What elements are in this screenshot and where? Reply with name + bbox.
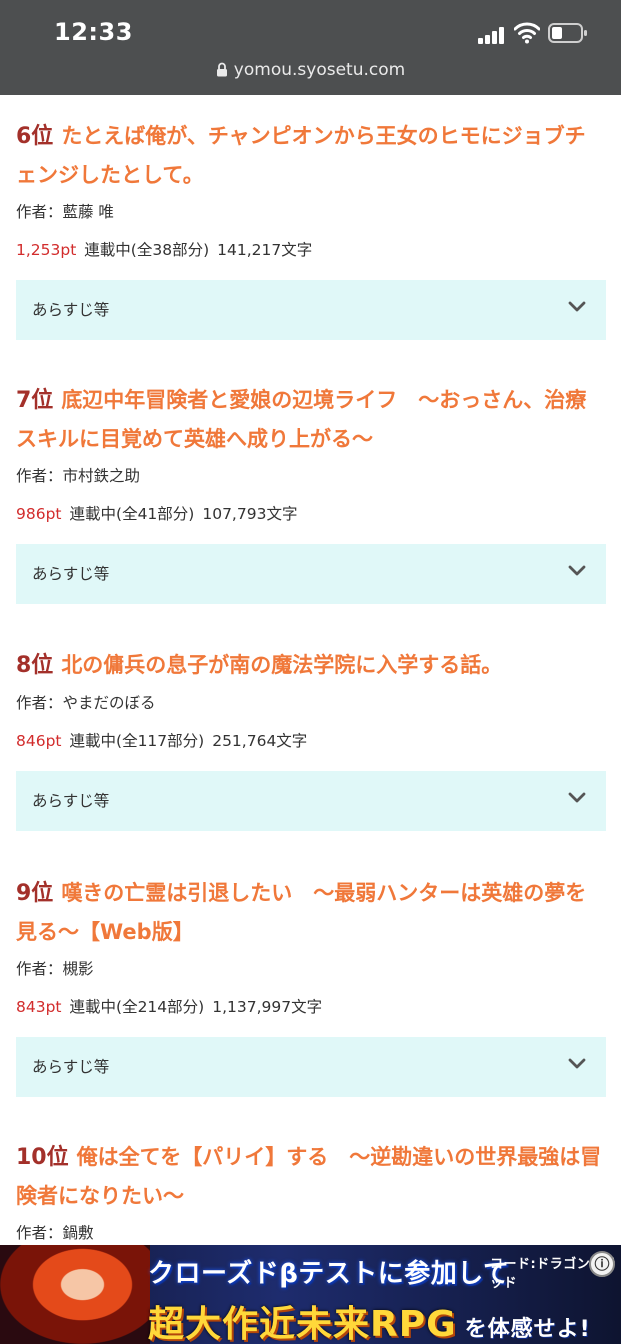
summary-label: あらすじ等 [32,565,110,583]
serial-status: 連載中(全117部分) [69,732,205,750]
ad-info-icon[interactable]: ⓘ [589,1251,615,1277]
entry-title[interactable]: 8位 北の傭兵の息子が南の魔法学院に入学する話。 [16,646,606,685]
status-bar: 12:33 yomou.syosetu.com [0,0,621,95]
serial-status: 連載中(全214部分) [69,998,205,1016]
rank-label: 10位 [16,1145,69,1170]
points: 986pt [16,505,62,523]
points: 846pt [16,732,62,750]
chevron-down-icon [568,792,586,803]
entry-title[interactable]: 7位 底辺中年冒険者と愛娘の辺境ライフ 〜おっさん、治療スキルに目覚めて英雄へ成り… [16,381,606,458]
ad-character-image [0,1245,150,1344]
summary-toggle[interactable]: あらすじ等 [16,280,606,340]
char-count: 1,137,997文字 [212,998,323,1016]
title-link[interactable]: 底辺中年冒険者と愛娘の辺境ライフ 〜おっさん、治療スキルに目覚めて英雄へ成り上が… [16,388,586,451]
ad-tagline-main: 超大作近未来RPG [148,1304,457,1344]
rank-label: 7位 [16,388,54,413]
ad-tagline: 超大作近未来RPG を体感せよ! [148,1295,591,1344]
rank-label: 8位 [16,653,54,678]
wifi-icon [514,22,540,44]
stats-line: 986pt 連載中(全41部分) 107,793文字 [16,502,606,526]
rank-label: 9位 [16,881,54,906]
author-line: 作者：市村鉄之助 [16,467,141,485]
clock: 12:33 [54,18,133,46]
url-text: yomou.syosetu.com [233,60,406,80]
title-link[interactable]: たとえば俺が、チャンピオンから王女のヒモにジョブチェンジしたとして。 [16,124,586,187]
chevron-down-icon [568,301,586,312]
ranking-entry: 7位 底辺中年冒険者と愛娘の辺境ライフ 〜おっさん、治療スキルに目覚めて英雄へ成り… [16,381,606,604]
summary-label: あらすじ等 [32,301,110,319]
entry-title[interactable]: 6位 たとえば俺が、チャンピオンから王女のヒモにジョブチェンジしたとして。 [16,117,606,194]
battery-icon [548,23,587,43]
summary-label: あらすじ等 [32,1058,110,1076]
title-link[interactable]: 俺は全てを【パリイ】する 〜逆勘違いの世界最強は冒険者になりたい〜 [16,1145,601,1208]
summary-toggle[interactable]: あらすじ等 [16,1037,606,1097]
author-line: 作者：鍋敷 [16,1224,94,1242]
ranking-entry: 6位 たとえば俺が、チャンピオンから王女のヒモにジョブチェンジしたとして。 作者：… [16,117,606,340]
lock-icon [216,62,227,77]
points: 1,253pt [16,241,77,259]
title-link[interactable]: 北の傭兵の息子が南の魔法学院に入学する話。 [61,653,502,677]
author-line: 作者：槻影 [16,960,94,978]
ranking-entry: 9位 嘆きの亡霊は引退したい 〜最弱ハンターは英雄の夢を見る〜【Web版】 作者：… [16,874,606,1097]
ranking-list: 6位 たとえば俺が、チャンピオンから王女のヒモにジョブチェンジしたとして。 作者：… [0,95,621,1245]
char-count: 107,793文字 [202,505,298,523]
stats-line: 843pt 連載中(全214部分) 1,137,997文字 [16,995,606,1019]
author-line: 作者：藍藤 唯 [16,203,114,221]
ad-headline: クローズドβテストに参加して [148,1259,510,1289]
entry-title[interactable]: 10位 俺は全てを【パリイ】する 〜逆勘違いの世界最強は冒険者になりたい〜 [16,1138,606,1215]
stats-line: 1,253pt 連載中(全38部分) 141,217文字 [16,238,606,262]
ad-banner[interactable]: クローズドβテストに参加して 超大作近未来RPG を体感せよ! コード:ドラゴンブ… [0,1245,621,1344]
char-count: 141,217文字 [217,241,313,259]
char-count: 251,764文字 [212,732,308,750]
author-line: 作者：やまだのぼる [16,694,156,712]
points: 843pt [16,998,62,1016]
serial-status: 連載中(全38部分) [84,241,210,259]
address-bar[interactable]: yomou.syosetu.com [0,60,621,80]
summary-label: あらすじ等 [32,792,110,810]
serial-status: 連載中(全41部分) [69,505,195,523]
cellular-signal-icon [478,26,508,44]
summary-toggle[interactable]: あらすじ等 [16,544,606,604]
rank-label: 6位 [16,124,54,149]
stats-line: 846pt 連載中(全117部分) 251,764文字 [16,729,606,753]
summary-toggle[interactable]: あらすじ等 [16,771,606,831]
ranking-entry: 10位 俺は全てを【パリイ】する 〜逆勘違いの世界最強は冒険者になりたい〜 作者：… [16,1138,606,1245]
chevron-down-icon [568,1058,586,1069]
chevron-down-icon [568,565,586,576]
title-link[interactable]: 嘆きの亡霊は引退したい 〜最弱ハンターは英雄の夢を見る〜【Web版】 [16,881,586,944]
ranking-entry: 8位 北の傭兵の息子が南の魔法学院に入学する話。 作者：やまだのぼる 846pt 連… [16,646,606,831]
entry-title[interactable]: 9位 嘆きの亡霊は引退したい 〜最弱ハンターは英雄の夢を見る〜【Web版】 [16,874,606,951]
ad-tagline-tail: を体感せよ! [464,1317,591,1342]
